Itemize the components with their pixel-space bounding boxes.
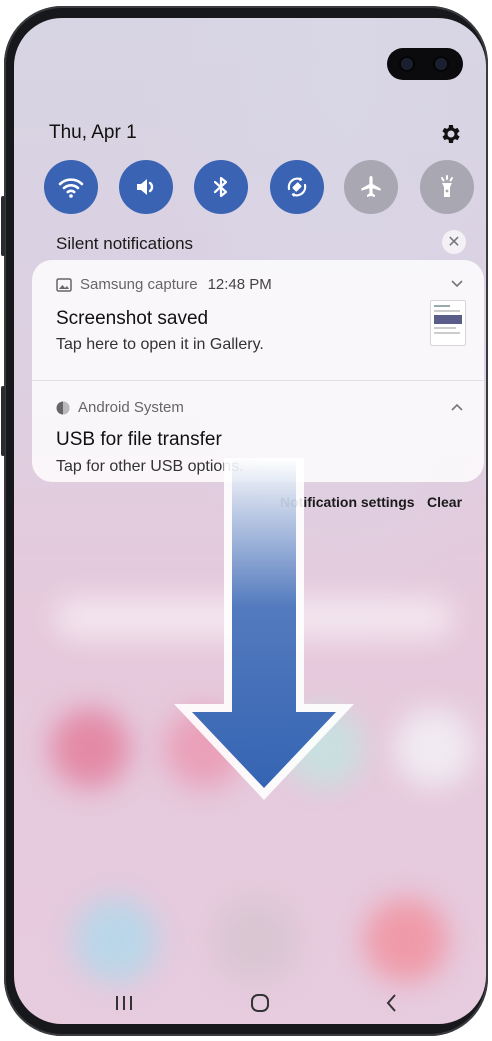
date-label: Thu, Apr 1	[49, 122, 137, 143]
auto-rotate-toggle[interactable]	[270, 160, 324, 214]
recent-apps-icon	[116, 996, 132, 1010]
notification-time: 12:48 PM	[207, 276, 272, 293]
swipe-down-arrow	[164, 458, 364, 803]
airplane-mode-toggle[interactable]	[344, 160, 398, 214]
phone-frame: Thu, Apr 1 Silent notifications ✕ Samsun…	[1, 6, 488, 1036]
back-button[interactable]	[372, 988, 412, 1018]
bluetooth-icon	[213, 176, 228, 198]
notification-title: USB for file transfer	[56, 429, 222, 450]
front-camera	[387, 48, 463, 80]
flashlight-icon	[441, 175, 453, 197]
phone-screen: Thu, Apr 1 Silent notifications ✕ Samsun…	[14, 18, 486, 1024]
screenshot-thumbnail	[430, 300, 466, 346]
notification-app-row: Samsung capture 12:48 PM	[56, 276, 272, 293]
notification-app-name: Samsung capture	[80, 276, 198, 293]
navigation-bar	[14, 988, 486, 1024]
notification-title: Screenshot saved	[56, 308, 209, 329]
home-button[interactable]	[240, 988, 280, 1018]
flashlight-toggle[interactable]	[420, 160, 474, 214]
bluetooth-toggle[interactable]	[194, 160, 248, 214]
blurred-dock-icon	[364, 898, 448, 982]
chevron-up-icon[interactable]	[450, 399, 464, 415]
blurred-app-icon	[50, 708, 130, 788]
clear-button[interactable]: Clear	[427, 494, 462, 510]
sound-icon	[137, 179, 154, 195]
gear-icon[interactable]	[438, 122, 462, 146]
blurred-app-icon	[394, 708, 474, 788]
wifi-icon	[58, 178, 84, 198]
close-icon[interactable]: ✕	[442, 230, 466, 254]
chevron-down-icon[interactable]	[450, 276, 464, 292]
recent-apps-button[interactable]	[104, 988, 144, 1018]
blurred-dock-icon	[214, 898, 298, 982]
volume-button	[1, 196, 5, 256]
image-icon	[56, 277, 72, 292]
notification-app-name: Android System	[78, 399, 184, 416]
bixby-button	[1, 386, 5, 456]
notification-body: Tap here to open it in Gallery.	[56, 336, 264, 353]
notification-screenshot[interactable]: Samsung capture 12:48 PM Screenshot save…	[32, 260, 484, 380]
notification-card: Samsung capture 12:48 PM Screenshot save…	[32, 260, 484, 482]
home-icon	[251, 994, 269, 1012]
quick-settings-row	[44, 160, 474, 216]
back-icon	[386, 994, 396, 1012]
wifi-toggle[interactable]	[44, 160, 98, 214]
silent-notifications-header: Silent notifications	[56, 234, 194, 253]
auto-rotate-icon	[287, 177, 307, 197]
android-system-icon	[56, 401, 70, 414]
notification-app-row: Android System	[56, 399, 184, 416]
blurred-dock-icon	[74, 898, 158, 982]
sound-toggle[interactable]	[119, 160, 173, 214]
airplane-mode-icon	[361, 176, 381, 197]
